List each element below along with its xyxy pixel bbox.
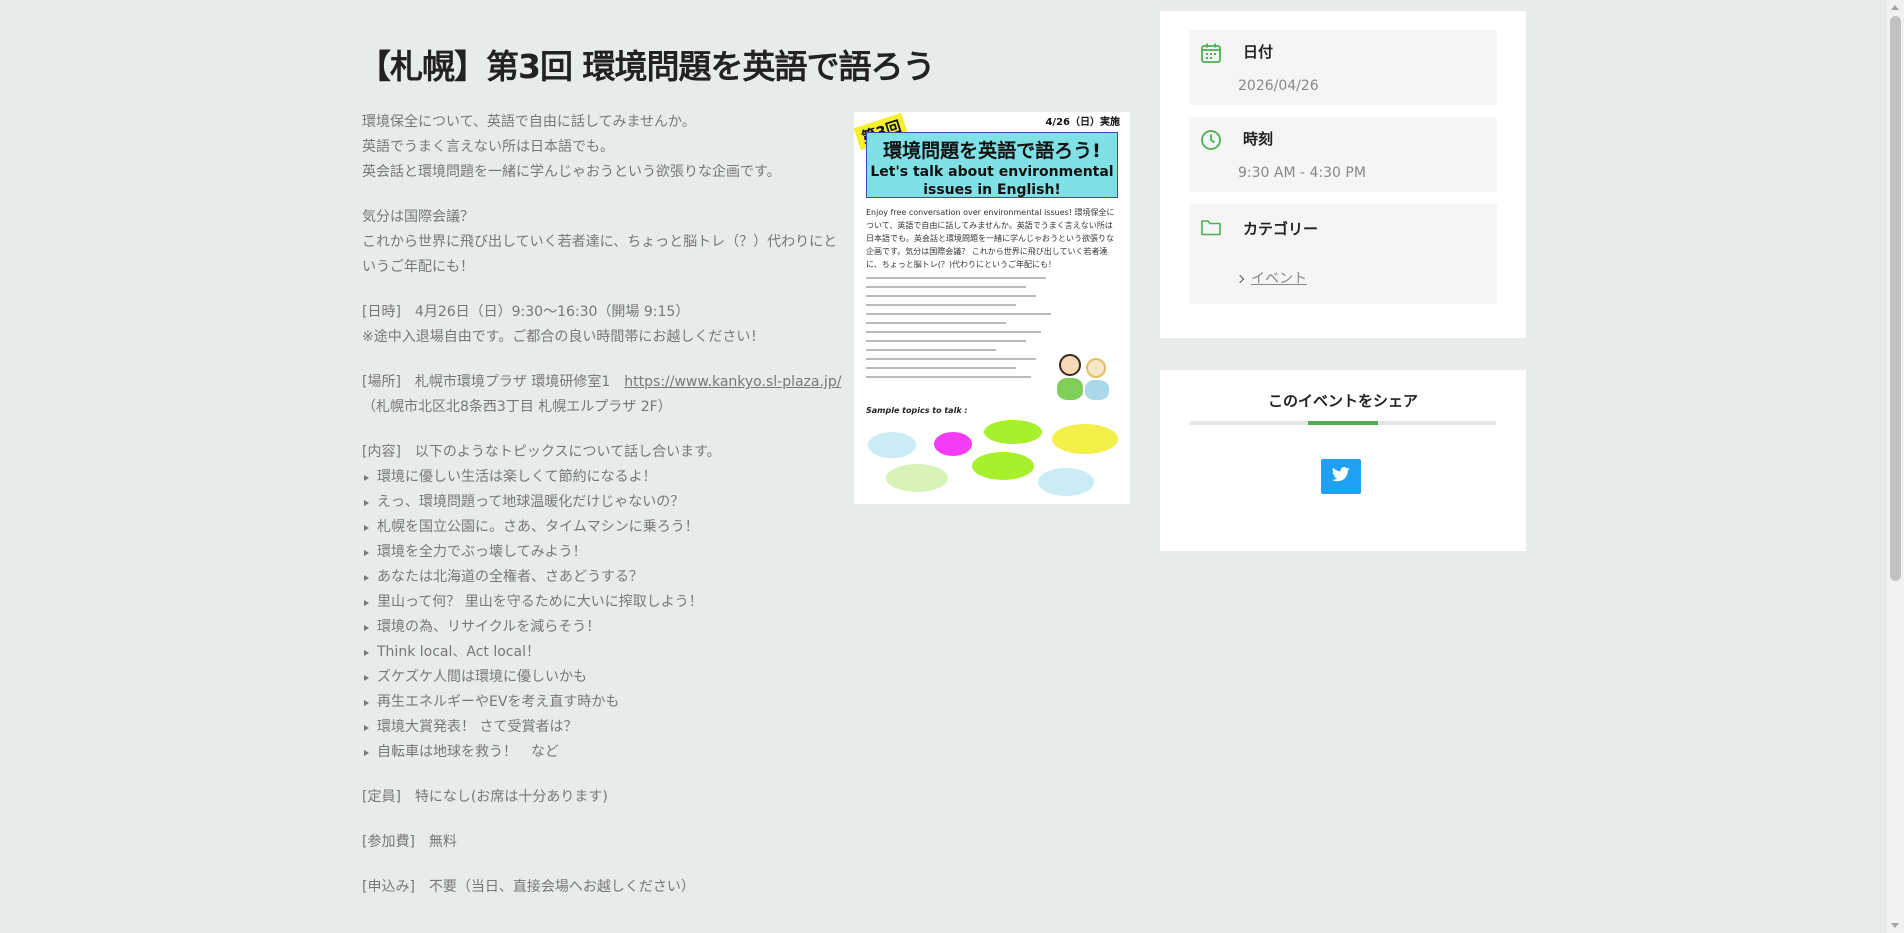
intro-paragraph: 環境保全について、英語で自由に話してみませんか。 英語でうまく言えない所は日本語… xyxy=(362,110,842,185)
fee-line: [参加費] 無料 xyxy=(362,834,457,850)
page-title: 【札幌】第3回 環境問題を英語で語ろう xyxy=(358,47,935,86)
list-item: 環境の為、リサイクルを減らそう！ xyxy=(362,615,842,640)
list-item: 自転車は地球を救う！ など xyxy=(362,740,842,765)
place-label: [場所] 札幌市環境プラザ 環境研修室1 xyxy=(362,374,625,390)
scrollbar-thumb[interactable] xyxy=(1890,16,1901,581)
content-section: [内容] 以下のようなトピックスについて話し合います。 環境に優しい生活は楽しく… xyxy=(362,440,842,765)
date-label: 日付 xyxy=(1243,43,1274,61)
category-value: イベント xyxy=(1251,271,1307,287)
date-row: 日付 2026/04/26 xyxy=(1189,30,1497,105)
list-item: 札幌を国立公園に。さあ、タイムマシンに乗ろう！ xyxy=(362,515,842,540)
flyer-topic-bubble xyxy=(886,464,948,492)
chevron-right-icon xyxy=(1235,274,1245,284)
flyer-sample-label: Sample topics to talk : xyxy=(866,406,968,415)
share-card: このイベントをシェア xyxy=(1160,370,1526,551)
list-item: ズケズケ人間は環境に優しいかも xyxy=(362,665,842,690)
flyer-topic-bubble xyxy=(972,452,1034,480)
datetime-note: ※途中入退場自由です。ご都合の良い時間帯にお越しください！ xyxy=(362,329,765,345)
date-value: 2026/04/26 xyxy=(1238,78,1319,94)
flyer-topic-bubble xyxy=(934,432,972,456)
flyer-person-body xyxy=(1085,380,1109,400)
clock-icon xyxy=(1200,129,1222,151)
flyer-person-body xyxy=(1057,378,1083,400)
list-item: えっ、環境問題って地球温暖化だけじゃないの？ xyxy=(362,490,842,515)
mood-line: 気分は国際会議？ xyxy=(362,209,474,225)
list-item: 再生エネルギーやEVを考え直す時かも xyxy=(362,690,842,715)
flyer-body: Enjoy free conversation over environment… xyxy=(866,208,1115,269)
flyer-headline-en: Let's talk about environmental issues in… xyxy=(870,164,1114,198)
place-url-link[interactable]: https://www.kankyo.sl-plaza.jp/ xyxy=(624,374,841,390)
time-label: 時刻 xyxy=(1243,130,1274,148)
flyer-date: 4/26（日）実施 xyxy=(1045,117,1120,128)
twitter-icon xyxy=(1331,467,1350,486)
capacity-line: [定員] 特になし(お席は十分あります) xyxy=(362,789,608,805)
event-description: 環境保全について、英語で自由に話してみませんか。 英語でうまく言えない所は日本語… xyxy=(362,110,842,900)
flyer-person-illustration xyxy=(1059,354,1081,376)
share-divider-accent xyxy=(1308,421,1378,425)
scroll-up-icon[interactable] xyxy=(1891,5,1899,10)
flyer-person-illustration xyxy=(1086,358,1106,378)
flyer-headline: 環境問題を英語で語ろう! Let's talk about environmen… xyxy=(866,132,1118,198)
category-row: カテゴリー イベント xyxy=(1189,204,1497,304)
list-item: 環境大賞発表！ さて受賞者は？ xyxy=(362,715,842,740)
flyer-topic-bubble xyxy=(868,432,916,458)
flyer-headline-jp: 環境問題を英語で語ろう! xyxy=(883,140,1101,162)
time-value: 9:30 AM - 4:30 PM xyxy=(1238,165,1366,181)
mood-line: これから世界に飛び出していく若者達に、ちょっと脳トレ（？）代わりにというご年配に… xyxy=(362,234,838,275)
apply-line: [申込み] 不要（当日、直接会場へお越しください） xyxy=(362,879,695,895)
list-item: 環境を全力でぶっ壊してみよう！ xyxy=(362,540,842,565)
share-divider xyxy=(1190,421,1496,425)
page-scrollbar[interactable] xyxy=(1887,0,1904,933)
scroll-down-icon[interactable] xyxy=(1891,923,1899,928)
list-item: 環境に優しい生活は楽しくて節約になるよ！ xyxy=(362,465,842,490)
datetime-line: [日時] 4月26日（日）9:30〜16:30（開場 9:15） xyxy=(362,304,690,320)
twitter-share-button[interactable] xyxy=(1321,459,1361,494)
flyer-detail-lines xyxy=(866,277,1056,385)
intro-line: 環境保全について、英語で自由に話してみませんか。 xyxy=(362,114,696,130)
topic-list: 環境に優しい生活は楽しくて節約になるよ！ えっ、環境問題って地球温暖化だけじゃな… xyxy=(362,465,842,765)
flyer-topic-bubble xyxy=(1052,424,1118,454)
content-label: [内容] 以下のようなトピックスについて話し合います。 xyxy=(362,444,721,460)
time-row: 時刻 9:30 AM - 4:30 PM xyxy=(1189,117,1497,192)
intro-line: 英語でうまく言えない所は日本語でも。 xyxy=(362,139,614,155)
event-info-card: 日付 2026/04/26 時刻 9:30 AM - 4:30 PM カテゴリー… xyxy=(1160,11,1526,338)
folder-icon xyxy=(1200,216,1222,238)
share-title: このイベントをシェア xyxy=(1267,392,1418,410)
main-content: 【札幌】第3回 環境問題を英語で語ろう 環境保全について、英語で自由に話してみま… xyxy=(358,40,1132,920)
list-item: Think local、Act local！ xyxy=(362,640,842,665)
event-body: 環境保全について、英語で自由に話してみませんか。 英語でうまく言えない所は日本語… xyxy=(362,110,1132,900)
category-link[interactable]: イベント xyxy=(1235,268,1307,288)
flyer-topic-bubble xyxy=(984,420,1042,444)
intro-line: 英会話と環境問題を一緒に学んじゃおうという欲張りな企画です。 xyxy=(362,164,781,180)
datetime-paragraph: [日時] 4月26日（日）9:30〜16:30（開場 9:15） ※途中入退場自… xyxy=(362,300,842,350)
list-item: 里山って何？ 里山を守るために大いに搾取しよう！ xyxy=(362,590,842,615)
calendar-icon xyxy=(1200,42,1222,64)
event-flyer-image[interactable]: 4/26（日）実施 第3回 環境問題を英語で語ろう! Let's talk ab… xyxy=(854,112,1130,504)
category-label: カテゴリー xyxy=(1243,220,1319,238)
list-item: あなたは北海道の全権者、さあどうする？ xyxy=(362,565,842,590)
mood-paragraph: 気分は国際会議？ これから世界に飛び出していく若者達に、ちょっと脳トレ（？）代わ… xyxy=(362,205,842,280)
place-address: （札幌市北区北8条西3丁目 札幌エルプラザ 2F） xyxy=(362,399,672,415)
flyer-topic-bubble xyxy=(1038,468,1094,496)
